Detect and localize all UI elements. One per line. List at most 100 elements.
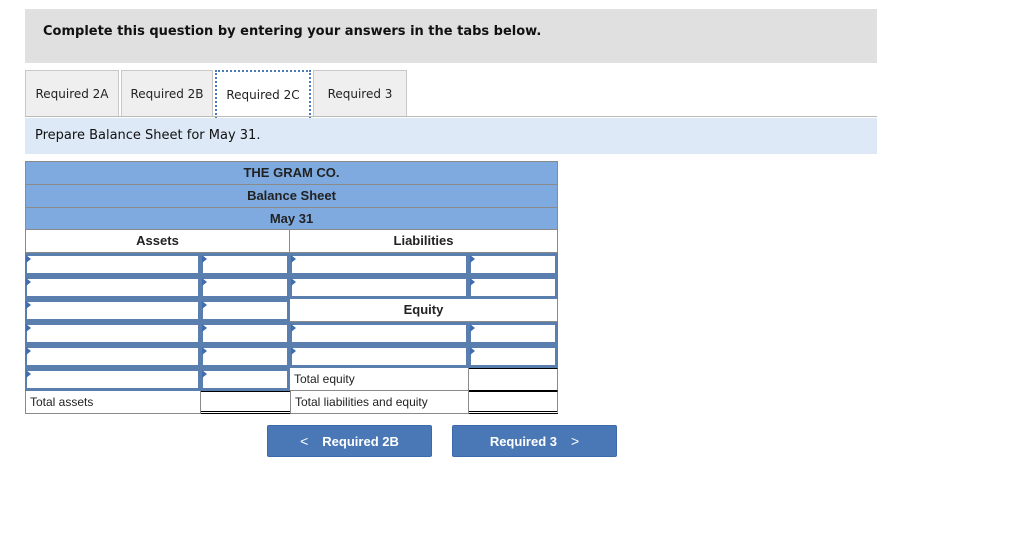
liability-account-input[interactable] xyxy=(290,253,469,276)
asset-amount-field[interactable] xyxy=(203,256,287,273)
asset-account-field[interactable] xyxy=(27,371,198,388)
asset-amount-field[interactable] xyxy=(203,279,287,296)
instructions-banner: Complete this question by entering your … xyxy=(25,9,877,63)
equity-amount-input[interactable] xyxy=(469,322,558,345)
dropdown-flag-icon xyxy=(470,324,475,332)
total-equity-box[interactable] xyxy=(469,368,561,392)
asset-amount-input[interactable] xyxy=(201,368,290,391)
dropdown-flag-icon xyxy=(291,347,296,355)
liability-amount-field[interactable] xyxy=(471,256,555,273)
total-liabilities-equity-field[interactable] xyxy=(469,392,561,413)
table-row xyxy=(25,276,558,299)
dropdown-flag-icon xyxy=(291,255,296,263)
table-row: Total assets Total liabilities and equit… xyxy=(25,391,561,414)
asset-account-input[interactable] xyxy=(25,345,201,368)
table-row xyxy=(25,345,558,368)
asset-account-input[interactable] xyxy=(25,276,201,299)
asset-amount-input[interactable] xyxy=(201,276,290,299)
dropdown-flag-icon xyxy=(202,301,207,309)
liability-amount-input[interactable] xyxy=(469,253,558,276)
tab-required-3[interactable]: Required 3 xyxy=(313,70,407,117)
prompt-bar: Prepare Balance Sheet for May 31. xyxy=(25,118,877,154)
asset-account-input[interactable] xyxy=(25,253,201,276)
total-assets-field[interactable] xyxy=(201,392,294,413)
section-header-row: Assets Liabilities xyxy=(25,230,558,253)
dropdown-flag-icon xyxy=(291,278,296,286)
liability-account-field[interactable] xyxy=(292,279,466,296)
assets-header: Assets xyxy=(25,230,290,253)
tab-required-2a[interactable]: Required 2A xyxy=(25,70,119,117)
statement-title: Balance Sheet xyxy=(25,184,558,207)
asset-amount-input[interactable] xyxy=(201,253,290,276)
dropdown-flag-icon xyxy=(291,324,296,332)
asset-account-input[interactable] xyxy=(25,322,201,345)
prev-required-2b-button[interactable]: < Required 2B xyxy=(267,425,432,457)
next-required-3-button[interactable]: Required 3 > xyxy=(452,425,617,457)
equity-account-field[interactable] xyxy=(292,348,466,365)
liability-amount-field[interactable] xyxy=(471,279,555,296)
balance-sheet: THE GRAM CO. Balance Sheet May 31 Assets… xyxy=(25,161,561,414)
asset-amount-input[interactable] xyxy=(201,322,290,345)
tab-required-2c[interactable]: Required 2C xyxy=(215,70,311,118)
table-row: Total equity xyxy=(25,368,561,392)
asset-amount-input[interactable] xyxy=(201,345,290,368)
total-liabilities-equity-label: Total liabilities and equity xyxy=(290,391,469,414)
liability-amount-input[interactable] xyxy=(469,276,558,299)
asset-amount-field[interactable] xyxy=(203,371,287,388)
tab-required-2b[interactable]: Required 2B xyxy=(121,70,213,117)
prev-button-label: Required 2B xyxy=(322,433,399,449)
instructions-text: Complete this question by entering your … xyxy=(43,24,542,39)
dropdown-flag-icon xyxy=(26,278,31,286)
equity-amount-input[interactable] xyxy=(469,345,558,368)
equity-account-input[interactable] xyxy=(290,322,469,345)
statement-date: May 31 xyxy=(25,207,558,230)
equity-account-field[interactable] xyxy=(292,325,466,342)
asset-account-field[interactable] xyxy=(27,325,198,342)
asset-account-input[interactable] xyxy=(25,368,201,391)
prompt-text: Prepare Balance Sheet for May 31. xyxy=(35,128,261,143)
total-assets-box[interactable] xyxy=(201,391,294,414)
chevron-left-icon: < xyxy=(300,433,309,449)
dropdown-flag-icon xyxy=(202,370,207,378)
total-assets-label: Total assets xyxy=(25,391,201,414)
company-name: THE GRAM CO. xyxy=(25,161,558,184)
chevron-right-icon: > xyxy=(571,433,580,449)
asset-amount-field[interactable] xyxy=(203,302,287,319)
asset-account-field[interactable] xyxy=(27,348,198,365)
table-row xyxy=(25,322,558,345)
dropdown-flag-icon xyxy=(26,255,31,263)
dropdown-flag-icon xyxy=(26,324,31,332)
dropdown-flag-icon xyxy=(26,370,31,378)
liability-account-field[interactable] xyxy=(292,256,466,273)
dropdown-flag-icon xyxy=(202,324,207,332)
dropdown-flag-icon xyxy=(470,278,475,286)
asset-account-field[interactable] xyxy=(27,256,198,273)
equity-account-input[interactable] xyxy=(290,345,469,368)
asset-amount-field[interactable] xyxy=(203,348,287,365)
dropdown-flag-icon xyxy=(26,347,31,355)
total-equity-field[interactable] xyxy=(469,369,561,392)
asset-amount-field[interactable] xyxy=(203,325,287,342)
dropdown-flag-icon xyxy=(26,301,31,309)
asset-account-field[interactable] xyxy=(27,279,198,296)
table-row: Equity xyxy=(25,299,558,322)
tab-bar: Required 2A Required 2B Required 2C Requ… xyxy=(25,70,409,118)
dropdown-flag-icon xyxy=(470,255,475,263)
asset-account-input[interactable] xyxy=(25,299,201,322)
dropdown-flag-icon xyxy=(470,347,475,355)
asset-amount-input[interactable] xyxy=(201,299,290,322)
total-liabilities-equity-box[interactable] xyxy=(469,391,561,414)
total-equity-label: Total equity xyxy=(290,368,469,391)
table-row xyxy=(25,253,558,276)
asset-account-field[interactable] xyxy=(27,302,198,319)
liability-account-input[interactable] xyxy=(290,276,469,299)
next-button-label: Required 3 xyxy=(489,433,557,449)
dropdown-flag-icon xyxy=(202,255,207,263)
dropdown-flag-icon xyxy=(202,278,207,286)
liabilities-header: Liabilities xyxy=(290,230,558,253)
tab-divider xyxy=(25,116,877,117)
equity-header: Equity xyxy=(290,299,558,322)
equity-amount-field[interactable] xyxy=(471,348,555,365)
equity-amount-field[interactable] xyxy=(471,325,555,342)
dropdown-flag-icon xyxy=(202,347,207,355)
